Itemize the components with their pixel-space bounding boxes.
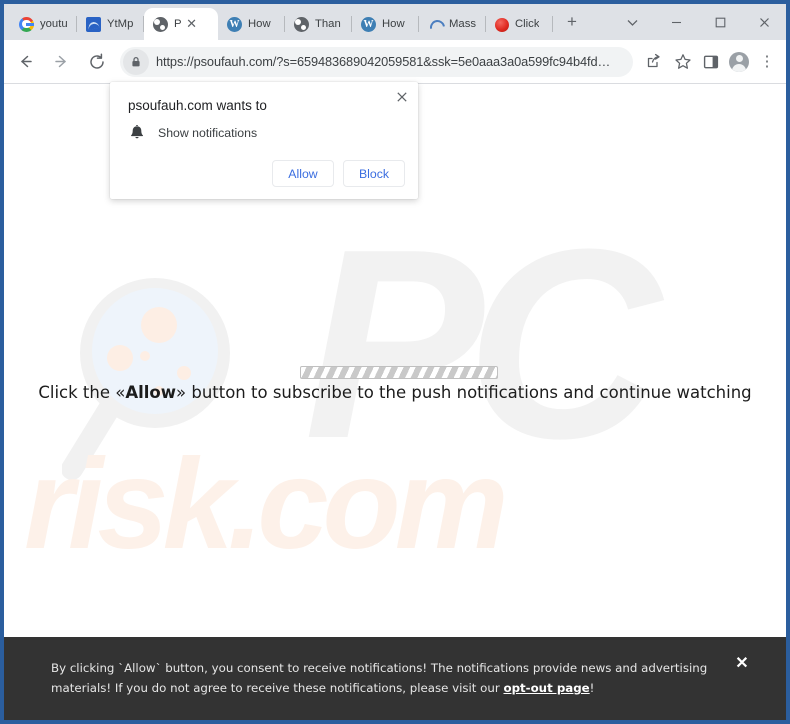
chrome-menu-icon[interactable]: ⋮ [753, 48, 781, 76]
loading-progress-bar [300, 366, 498, 379]
maximize-icon[interactable] [698, 6, 742, 39]
red-dot-icon [495, 17, 509, 32]
tab-separator [552, 16, 553, 32]
opt-out-page-link[interactable]: opt-out page [503, 681, 589, 695]
back-icon[interactable] [10, 47, 40, 77]
tab-close-icon[interactable]: ✕ [185, 17, 199, 31]
browser-tab-active-psoufauh[interactable]: P ✕ [144, 8, 218, 40]
browser-tab-how-1[interactable]: W How [218, 8, 284, 40]
dialog-close-icon[interactable] [392, 87, 412, 107]
block-button[interactable]: Block [343, 160, 405, 187]
ytmp-wave-icon [86, 16, 101, 32]
globe-icon [153, 16, 168, 32]
browser-tab-how-2[interactable]: W How [352, 8, 418, 40]
consent-banner-text: By clicking `Allow` button, you consent … [51, 658, 711, 698]
browser-tab-mass[interactable]: Mass [419, 8, 485, 40]
browser-tab-ytmp[interactable]: YtMp [77, 8, 143, 40]
minimize-icon[interactable] [654, 6, 698, 39]
browser-tab-youtu[interactable]: youtu [10, 8, 76, 40]
reload-icon[interactable] [82, 47, 112, 77]
consent-banner: By clicking `Allow` button, you consent … [4, 637, 786, 720]
consent-text-part1: By clicking `Allow` button, you consent … [51, 661, 708, 695]
google-g-icon [19, 16, 34, 32]
tab-label: youtu [40, 18, 68, 30]
browser-window: youtu YtMp P ✕ W How Than W How Mass Cli… [0, 0, 790, 724]
bell-icon [128, 124, 146, 142]
profile-avatar[interactable] [725, 48, 753, 76]
permission-label: Show notifications [158, 126, 258, 140]
address-bar[interactable]: https://psoufauh.com/?s=6594836890420595… [120, 46, 633, 77]
tab-label: Than [315, 18, 341, 30]
tab-label: How [382, 18, 405, 30]
bookmark-star-icon[interactable] [669, 48, 697, 76]
tab-label: Mass [449, 18, 476, 30]
browser-toolbar: https://psoufauh.com/?s=6594836890420595… [4, 40, 786, 84]
cta-suffix: » button to subscribe to the push notifi… [176, 383, 752, 402]
new-tab-button[interactable]: + [559, 10, 585, 36]
tab-label: YtMp [107, 18, 134, 30]
watermark-risk: risk.com [24, 433, 508, 576]
tab-label: Click [515, 18, 540, 30]
globe-icon [294, 16, 309, 32]
dialog-actions: Allow Block [272, 160, 405, 187]
cta-prefix: Click the « [38, 383, 126, 402]
dialog-title: psoufauh.com wants to [128, 98, 267, 113]
wordpress-icon: W [227, 16, 242, 32]
browser-tab-than[interactable]: Than [285, 8, 351, 40]
side-panel-icon[interactable] [697, 48, 725, 76]
tab-label: How [248, 18, 271, 30]
consent-text-part2: ! [589, 681, 595, 695]
share-icon[interactable] [639, 48, 667, 76]
page-call-to-action: Click the «Allow» button to subscribe to… [4, 383, 786, 402]
arc-spinner-icon [428, 17, 443, 32]
tab-label: P [174, 18, 182, 30]
allow-button[interactable]: Allow [272, 160, 334, 187]
forward-icon[interactable] [46, 47, 76, 77]
notification-permission-dialog: psoufauh.com wants to Show notifications… [110, 82, 418, 199]
permission-row: Show notifications [128, 124, 257, 142]
consent-banner-close-icon[interactable]: ✕ [732, 654, 752, 674]
cta-allow-emphasis: Allow [125, 383, 176, 402]
browser-tab-click[interactable]: Click [486, 8, 552, 40]
url-text: https://psoufauh.com/?s=6594836890420595… [156, 54, 611, 69]
window-controls [610, 4, 786, 40]
close-window-icon[interactable] [742, 6, 786, 39]
wordpress-icon: W [361, 16, 376, 32]
lock-icon[interactable] [123, 48, 149, 75]
tab-search-chevron-down-icon[interactable] [610, 6, 654, 39]
